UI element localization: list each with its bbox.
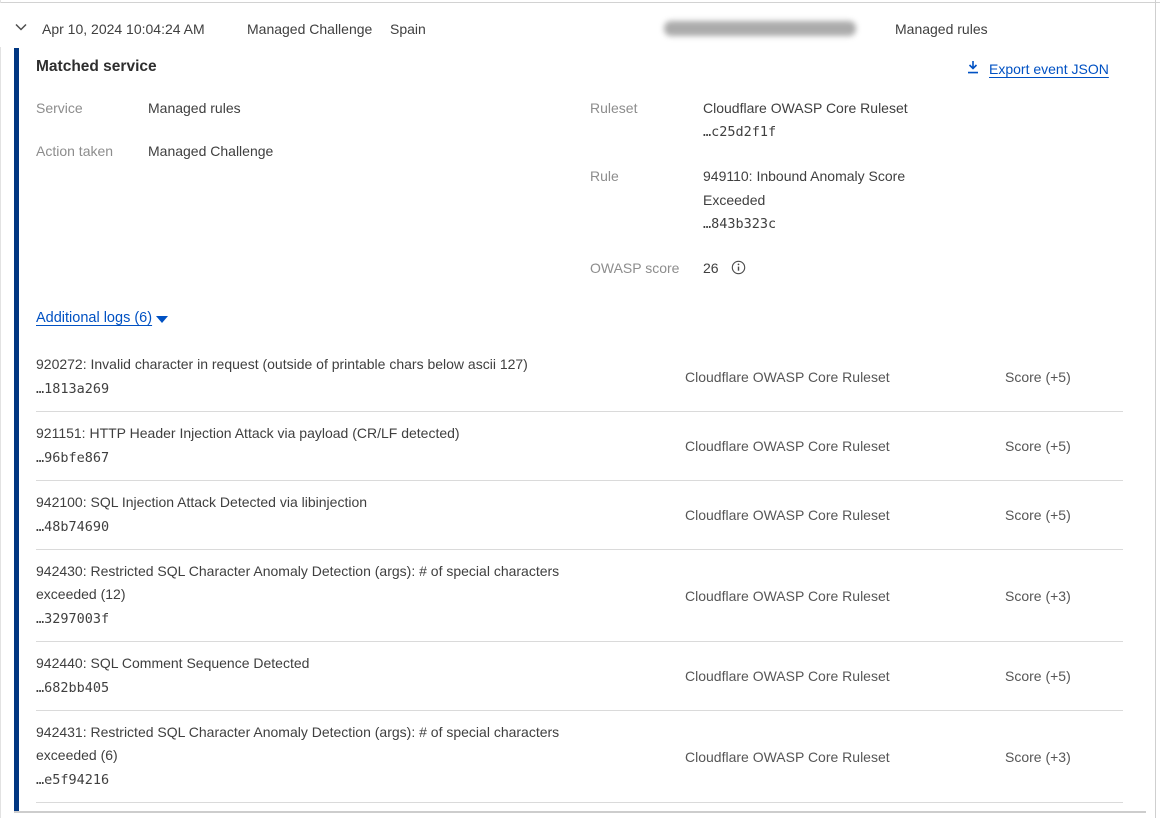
info-icon [731, 263, 746, 278]
event-service: Managed rules [895, 21, 988, 37]
log-hash: …96bfe867 [36, 446, 623, 470]
caret-down-icon [156, 316, 168, 323]
log-description: 942440: SQL Comment Sequence Detected [36, 652, 623, 675]
log-description: 942431: Restricted SQL Character Anomaly… [36, 721, 623, 767]
service-value: Managed rules [148, 96, 241, 120]
log-ruleset: Cloudflare OWASP Core Ruleset [685, 353, 1005, 401]
owasp-score-value-wrap: 26 [703, 256, 746, 280]
log-score: Score (+5) [1005, 422, 1123, 470]
log-hash: …3297003f [36, 607, 623, 631]
collapse-event-button[interactable] [11, 18, 31, 38]
panel-bottom-border [14, 811, 1146, 813]
matched-service-fields-left: Service Managed rules Action taken Manag… [36, 96, 273, 182]
additional-logs-toggle[interactable]: Additional logs (6) [36, 310, 168, 326]
panel-left-border [0, 0, 1, 818]
download-icon [965, 59, 981, 78]
service-label: Service [36, 96, 148, 120]
ruleset-field: Ruleset Cloudflare OWASP Core Ruleset …c… [590, 96, 950, 144]
redacted-value [664, 21, 856, 36]
log-row: 942431: Restricted SQL Character Anomaly… [36, 711, 1123, 803]
event-action: Managed Challenge [247, 21, 372, 37]
log-row: 921151: HTTP Header Injection Attack via… [36, 412, 1123, 481]
log-ruleset: Cloudflare OWASP Core Ruleset [685, 721, 1005, 792]
firewall-event-detail-panel: Apr 10, 2024 10:04:24 AM Managed Challen… [0, 0, 1160, 818]
log-score: Score (+3) [1005, 560, 1123, 631]
log-score: Score (+5) [1005, 353, 1123, 401]
log-row: 942100: SQL Injection Attack Detected vi… [36, 481, 1123, 550]
owasp-score-value: 26 [703, 256, 719, 280]
log-row: 920272: Invalid character in request (ou… [36, 343, 1123, 412]
ruleset-value: Cloudflare OWASP Core Ruleset …c25d2f1f [703, 96, 908, 144]
log-description: 921151: HTTP Header Injection Attack via… [36, 422, 623, 445]
log-hash: …1813a269 [36, 377, 623, 401]
additional-logs-label: Additional logs (6) [36, 310, 152, 326]
log-row: 942430: Restricted SQL Character Anomaly… [36, 550, 1123, 642]
log-description: 942100: SQL Injection Attack Detected vi… [36, 491, 623, 514]
event-summary-row[interactable]: Apr 10, 2024 10:04:24 AM Managed Challen… [0, 3, 1155, 47]
export-event-json-label: Export event JSON [989, 61, 1109, 77]
log-hash: …48b74690 [36, 515, 623, 539]
log-ruleset: Cloudflare OWASP Core Ruleset [685, 422, 1005, 470]
rule-value: 949110: Inbound Anomaly Score Exceeded …… [703, 164, 938, 236]
owasp-score-label: OWASP score [590, 256, 703, 280]
export-event-json-link[interactable]: Export event JSON [965, 59, 1109, 78]
log-hash: …682bb405 [36, 676, 623, 700]
ruleset-label: Ruleset [590, 96, 703, 144]
log-ruleset: Cloudflare OWASP Core Ruleset [685, 491, 1005, 539]
chevron-down-icon [12, 24, 30, 39]
event-timestamp: Apr 10, 2024 10:04:24 AM [42, 21, 205, 37]
log-score: Score (+5) [1005, 491, 1123, 539]
owasp-score-field: OWASP score 26 [590, 256, 950, 280]
log-score: Score (+3) [1005, 721, 1123, 792]
ruleset-name: Cloudflare OWASP Core Ruleset [703, 96, 908, 120]
log-description: 920272: Invalid character in request (ou… [36, 353, 623, 376]
rule-hash: …843b323c [703, 212, 938, 236]
rule-name: 949110: Inbound Anomaly Score Exceeded [703, 164, 938, 212]
service-field: Service Managed rules [36, 96, 273, 120]
log-row: 942440: SQL Comment Sequence Detected …6… [36, 642, 1123, 711]
rule-label: Rule [590, 164, 703, 236]
log-ruleset: Cloudflare OWASP Core Ruleset [685, 652, 1005, 700]
rule-field: Rule 949110: Inbound Anomaly Score Excee… [590, 164, 950, 236]
log-description: 942430: Restricted SQL Character Anomaly… [36, 560, 623, 606]
action-taken-field: Action taken Managed Challenge [36, 139, 273, 163]
additional-logs-table: 920272: Invalid character in request (ou… [36, 343, 1123, 803]
event-country: Spain [390, 21, 426, 37]
ruleset-hash: …c25d2f1f [703, 120, 908, 144]
log-ruleset: Cloudflare OWASP Core Ruleset [685, 560, 1005, 631]
log-score: Score (+5) [1005, 652, 1123, 700]
panel-right-border [1155, 0, 1156, 818]
selected-row-accent-bar [14, 48, 19, 811]
matched-service-title: Matched service [36, 58, 157, 76]
action-taken-label: Action taken [36, 139, 148, 163]
action-taken-value: Managed Challenge [148, 139, 273, 163]
matched-service-fields-right: Ruleset Cloudflare OWASP Core Ruleset …c… [590, 96, 950, 300]
owasp-score-info-button[interactable] [731, 260, 746, 275]
log-hash: …e5f94216 [36, 768, 623, 792]
